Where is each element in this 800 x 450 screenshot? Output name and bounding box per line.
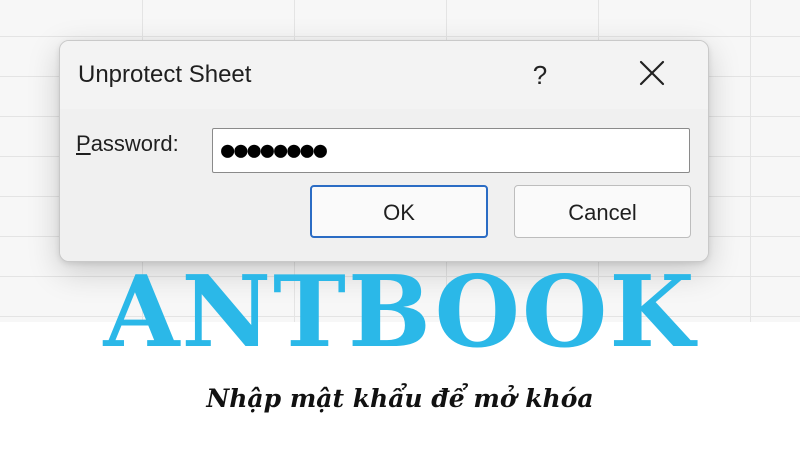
unprotect-sheet-dialog: Unprotect Sheet ? Password: ●●●●●●●● OK … [59,40,709,262]
password-label-text: assword: [90,131,179,156]
dialog-content: Password: ●●●●●●●● OK Cancel [60,109,708,261]
caption-text: Nhập mật khẩu để mở khóa [206,384,594,413]
password-label: Password: [76,131,179,157]
dialog-title: Unprotect Sheet [78,61,252,88]
ok-button[interactable]: OK [310,185,488,238]
cancel-button[interactable]: Cancel [514,185,691,238]
brand-watermark: ANTBOOK [103,255,697,370]
dialog-titlebar: Unprotect Sheet ? [60,41,708,109]
close-icon [639,60,665,86]
password-field[interactable]: ●●●●●●●● [212,128,690,173]
close-button[interactable] [632,53,672,93]
password-label-mnemonic: P [76,131,91,156]
help-button[interactable]: ? [522,55,558,95]
